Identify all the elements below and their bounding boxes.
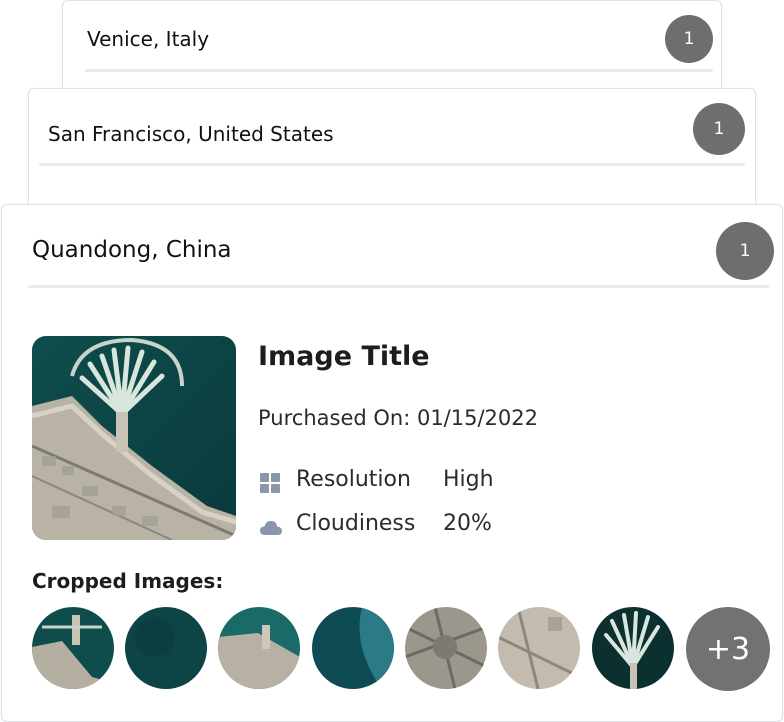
image-count-badge: 1 xyxy=(693,103,745,155)
image-count-badge: 1 xyxy=(716,222,774,280)
cropped-image-thumbnail[interactable] xyxy=(218,607,300,689)
image-title: Image Title xyxy=(258,341,430,372)
cropped-image-thumbnail[interactable] xyxy=(32,607,114,689)
card-divider xyxy=(39,163,745,166)
cropped-image-thumbnail[interactable] xyxy=(312,607,394,689)
cloudiness-label: Cloudiness xyxy=(296,511,416,536)
cropped-image-thumbnail[interactable] xyxy=(592,607,674,689)
location-title: Quandong, China xyxy=(32,237,232,263)
cloudiness-value: 20% xyxy=(443,511,492,536)
location-card-quandong[interactable]: Quandong, China 1 Image Title Purchased … xyxy=(1,204,783,722)
cloud-icon xyxy=(260,517,282,542)
card-divider xyxy=(85,69,713,72)
location-title: Venice, Italy xyxy=(87,27,210,51)
location-title: San Francisco, United States xyxy=(48,122,334,146)
grid-icon xyxy=(260,473,280,499)
cropped-image-thumbnail[interactable] xyxy=(125,607,207,689)
image-count-badge: 1 xyxy=(665,15,713,63)
satellite-image xyxy=(32,336,236,540)
resolution-label: Resolution xyxy=(296,467,411,492)
cropped-image-thumbnail[interactable] xyxy=(498,607,580,689)
purchase-date: Purchased On: 01/15/2022 xyxy=(258,406,538,430)
satellite-image-thumbnail[interactable] xyxy=(32,336,236,540)
cropped-image-thumbnail[interactable] xyxy=(405,607,487,689)
card-divider xyxy=(28,285,770,288)
more-images-button[interactable]: +3 xyxy=(686,607,770,691)
resolution-value: High xyxy=(443,467,494,492)
cropped-images-label: Cropped Images: xyxy=(32,569,224,593)
